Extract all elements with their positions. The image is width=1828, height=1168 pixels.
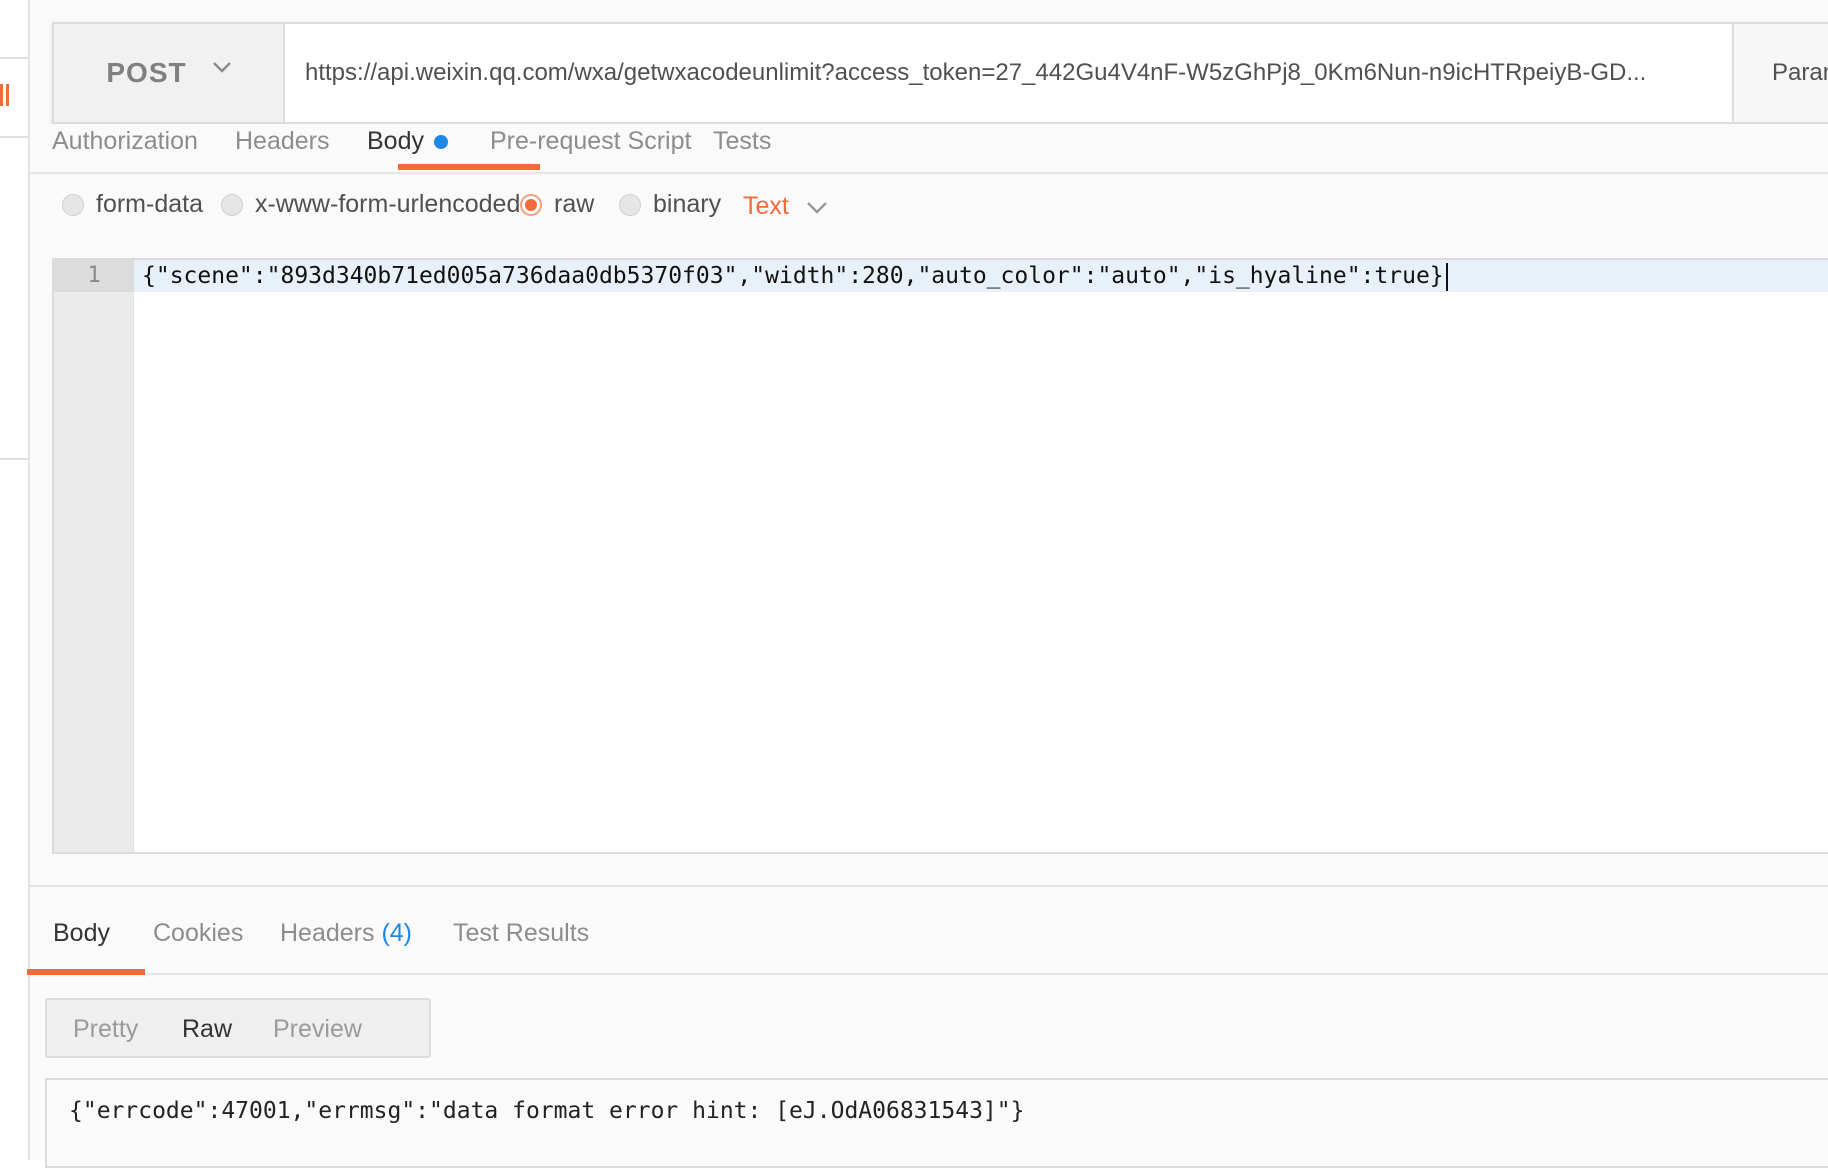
request-bar: POST https://api.weixin.qq.com/wxa/getwx… — [52, 22, 1828, 124]
headers-count-badge: (4) — [381, 919, 412, 947]
tab-label: Body — [367, 127, 424, 155]
tab-label: Cookies — [153, 919, 243, 947]
tab-label: Authorization — [52, 127, 198, 155]
radio-label: binary — [653, 190, 721, 219]
resp-tab-body[interactable]: Body — [53, 919, 110, 948]
radio-label: form-data — [96, 190, 203, 219]
tab-label: Pre-request Script — [490, 127, 691, 155]
format-dropdown[interactable]: Text — [743, 192, 827, 221]
resp-tab-test-results[interactable]: Test Results — [453, 919, 589, 948]
response-text: {"errcode":47001,"errmsg":"data format e… — [69, 1098, 1024, 1124]
response-tabs: Body Cookies Headers (4) Test Results — [30, 887, 1828, 975]
text-caret — [1446, 263, 1448, 291]
method-select[interactable]: POST — [54, 24, 285, 122]
radio-label: raw — [554, 190, 594, 219]
view-preview-button[interactable]: Preview — [273, 1015, 362, 1044]
tab-label: Headers — [235, 127, 330, 155]
radio-raw[interactable]: raw — [520, 190, 594, 219]
method-label: POST — [106, 57, 186, 89]
radio-icon — [221, 194, 243, 216]
sidebar-divider — [0, 458, 28, 460]
tab-label: Headers — [280, 919, 375, 947]
tab-headers[interactable]: Headers — [235, 124, 330, 174]
main-panel: POST https://api.weixin.qq.com/wxa/getwx… — [30, 0, 1828, 1160]
radio-label: x-www-form-urlencoded — [255, 190, 520, 219]
resp-tab-headers[interactable]: Headers (4) — [280, 919, 412, 948]
chevron-down-icon — [807, 197, 827, 217]
url-text: https://api.weixin.qq.com/wxa/getwxacode… — [305, 59, 1646, 87]
sidebar-divider — [0, 136, 28, 138]
modified-dot-icon — [434, 135, 448, 149]
params-button[interactable]: Params — [1732, 24, 1828, 122]
tab-label: Test Results — [453, 919, 589, 947]
url-input[interactable]: https://api.weixin.qq.com/wxa/getwxacode… — [285, 24, 1732, 122]
format-label: Text — [743, 192, 789, 221]
sidebar-divider — [0, 57, 28, 59]
line-gutter: 1 — [54, 260, 134, 852]
tab-tests[interactable]: Tests — [713, 124, 771, 174]
view-mode-toggle: Pretty Raw Preview — [45, 998, 431, 1058]
view-raw-button[interactable]: Raw — [182, 1015, 232, 1044]
radio-form-data[interactable]: form-data — [62, 190, 203, 219]
radio-icon — [619, 194, 641, 216]
params-label: Params — [1772, 59, 1828, 87]
chevron-down-icon — [213, 58, 231, 76]
body-editor[interactable]: 1 {"scene":"893d340b71ed005a736daa0db537… — [52, 258, 1828, 854]
body-type-selector: form-data x-www-form-urlencoded raw bina… — [30, 190, 1828, 230]
sidebar-accent-icon[interactable] — [0, 84, 12, 106]
code-text: {"scene":"893d340b71ed005a736daa0db5370f… — [142, 263, 1444, 289]
request-tabs: Authorization Headers Body Pre-request S… — [30, 124, 1828, 174]
left-sidebar — [0, 0, 30, 1160]
response-body[interactable]: {"errcode":47001,"errmsg":"data format e… — [45, 1078, 1828, 1168]
code-line[interactable]: {"scene":"893d340b71ed005a736daa0db5370f… — [134, 260, 1828, 292]
active-tab-underline — [27, 969, 145, 975]
line-number: 1 — [54, 260, 134, 292]
radio-icon — [62, 194, 84, 216]
radio-binary[interactable]: binary — [619, 190, 721, 219]
tab-authorization[interactable]: Authorization — [52, 124, 198, 174]
radio-checked-icon — [520, 194, 542, 216]
active-tab-underline — [398, 164, 540, 170]
tab-label: Body — [53, 919, 110, 947]
resp-tab-cookies[interactable]: Cookies — [153, 919, 243, 948]
tab-label: Tests — [713, 127, 771, 155]
radio-x-www-form-urlencoded[interactable]: x-www-form-urlencoded — [221, 190, 520, 219]
view-pretty-button[interactable]: Pretty — [73, 1015, 138, 1044]
